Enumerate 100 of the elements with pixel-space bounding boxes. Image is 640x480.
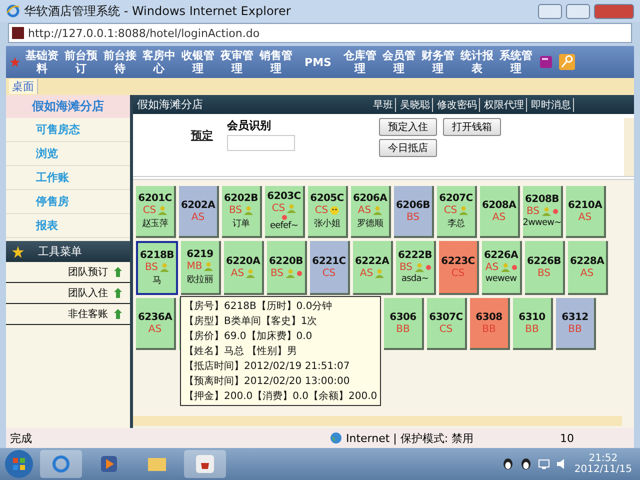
menu-item[interactable]: 前台预订 — [64, 49, 98, 75]
room-type-code: CS — [142, 204, 156, 216]
room-type-code: BS — [537, 268, 551, 278]
penguin-icon[interactable] — [502, 458, 514, 470]
room-card[interactable]: 6202B BS 订单 — [222, 186, 262, 238]
guest-name: asda~ — [402, 274, 428, 284]
header-link[interactable]: 早班 — [371, 98, 396, 112]
menu-item[interactable]: 基础资料 — [25, 49, 59, 75]
header-link[interactable]: 吴晓聪 — [398, 98, 433, 112]
clock-time: 21:52 — [588, 453, 618, 464]
menu-item[interactable]: 会员管理 — [382, 49, 416, 75]
room-card[interactable]: 6307C CS — [427, 298, 467, 350]
room-number: 6205C — [310, 192, 344, 204]
maximize-button[interactable] — [566, 4, 590, 18]
room-card[interactable]: 6208B BS 2wwew~ — [523, 186, 563, 238]
menu-item[interactable]: 统计报表 — [460, 49, 494, 75]
menu-item[interactable]: 客房中心 — [142, 49, 176, 75]
room-card[interactable]: 6202A AS — [179, 186, 219, 238]
action-button[interactable]: 打开钱箱 — [443, 118, 501, 136]
room-card[interactable]: 6220B BS — [267, 241, 307, 295]
penguin-icon[interactable] — [520, 458, 532, 470]
guest-name: 李总 — [447, 218, 465, 230]
browser-logo-icon — [6, 4, 20, 18]
room-card[interactable]: 6206B BS — [394, 186, 434, 238]
room-card[interactable]: 6226A AS wewew — [482, 241, 522, 295]
room-type-code: CS — [272, 203, 286, 214]
header-link[interactable]: 即时消息 — [529, 98, 574, 112]
room-card[interactable]: 6310 BB — [513, 298, 553, 350]
room-card[interactable]: 6312 BB — [556, 298, 596, 350]
header-link[interactable]: 权限代理 — [482, 98, 527, 112]
room-card[interactable]: 6210A AS — [566, 186, 606, 238]
menu-item[interactable]: 系统管理 — [499, 49, 533, 75]
room-type-code: CS — [439, 324, 453, 334]
room-type-code: AS — [360, 268, 374, 278]
minimize-button[interactable] — [538, 4, 562, 18]
url-text: http://127.0.0.1:8088/hotel/loginAction.do — [28, 26, 260, 40]
close-button[interactable] — [594, 4, 634, 18]
member-field[interactable] — [227, 135, 295, 151]
room-card[interactable]: 6208A AS — [480, 186, 520, 238]
menu-item[interactable]: 销售管理 — [259, 49, 293, 75]
room-number: 6201C — [138, 192, 172, 204]
room-card[interactable]: 6306 BB — [384, 298, 424, 350]
room-card[interactable]: 6207C CS 李总 — [437, 186, 477, 238]
room-card[interactable]: 6219 MB 欧拉丽 — [181, 241, 221, 295]
room-card[interactable]: 6205C CS 张小姐 — [308, 186, 348, 238]
room-card[interactable]: 6203C CS eefef~ — [265, 186, 305, 238]
room-card[interactable]: 6206A AS 罗德顺 — [351, 186, 391, 238]
action-button[interactable]: 今日抵店 — [379, 139, 437, 157]
security-zone: Internet | 保护模式: 禁用 — [346, 430, 474, 446]
start-button-icon[interactable] — [4, 449, 34, 479]
room-number: 6308 — [476, 312, 502, 322]
tool-menu-item[interactable]: 非住客账 — [68, 307, 108, 321]
book-icon[interactable] — [538, 54, 554, 70]
menu-item[interactable]: 夜审管理 — [220, 49, 254, 75]
address-field[interactable]: http://127.0.0.1:8088/hotel/loginAction.do — [8, 23, 632, 43]
arrow-icon — [114, 309, 122, 319]
horizontal-scrollbar[interactable] — [133, 416, 622, 426]
menu-item[interactable]: 仓库管理 — [343, 49, 377, 75]
play-icon[interactable] — [98, 453, 120, 475]
room-type-code: AS — [580, 268, 594, 278]
menu-item[interactable]: 前台接待 — [103, 49, 137, 75]
room-type-code: BB — [482, 324, 496, 334]
room-card[interactable]: 6228A AS — [568, 241, 608, 295]
room-number: 6208A — [482, 200, 516, 210]
guest-name: 赵玉萍 — [142, 218, 168, 230]
header-link[interactable]: 修改密码 — [435, 98, 480, 112]
menu-item[interactable]: 财务管理 — [421, 49, 455, 75]
room-type-code: BS — [270, 268, 284, 278]
reserve-link[interactable]: 预定 — [191, 128, 213, 176]
room-card[interactable]: 6218B BS 马 — [136, 241, 178, 295]
tool-menu-item[interactable]: 团队入住 — [68, 286, 108, 300]
room-type-code: BB — [525, 324, 539, 334]
sidebar-title: 假如海滩分店 — [6, 95, 130, 118]
star-icon — [10, 57, 20, 67]
coffee-cup-icon[interactable] — [194, 453, 216, 475]
guest-name: 马 — [152, 274, 162, 286]
room-card[interactable]: 6222A AS — [353, 241, 393, 295]
menu-item[interactable]: PMS — [298, 56, 338, 68]
room-card[interactable]: 6308 BB — [470, 298, 510, 350]
room-card[interactable]: 6236A AS — [136, 298, 176, 350]
tab[interactable]: 桌面 — [9, 79, 38, 94]
site-icon — [12, 27, 24, 39]
clock-date: 2012/11/15 — [574, 464, 632, 475]
room-number: 6222B — [398, 250, 432, 261]
arrow-icon — [114, 267, 122, 277]
tool-menu-item[interactable]: 团队预订 — [68, 265, 108, 279]
room-card[interactable]: 6220A AS — [224, 241, 264, 295]
zoom-level[interactable]: 10 — [560, 432, 634, 444]
menu-item[interactable]: 收银管理 — [181, 49, 215, 75]
room-card[interactable]: 6221C CS — [310, 241, 350, 295]
room-number: 6208B — [525, 194, 559, 205]
room-number: 6307C — [429, 312, 463, 322]
action-button[interactable]: 预定入住 — [379, 118, 437, 136]
room-card[interactable]: 6223C CS — [439, 241, 479, 295]
room-card[interactable]: 6222B BS asda~ — [396, 241, 436, 295]
vertical-scrollbar[interactable] — [624, 118, 634, 176]
room-card[interactable]: 6201C CS 赵玉萍 — [136, 186, 176, 238]
room-card[interactable]: 6226B BS — [525, 241, 565, 295]
browser-icon[interactable] — [50, 453, 72, 475]
tooltip-line: 【房型】B类单间【客史】1次 — [184, 314, 318, 328]
